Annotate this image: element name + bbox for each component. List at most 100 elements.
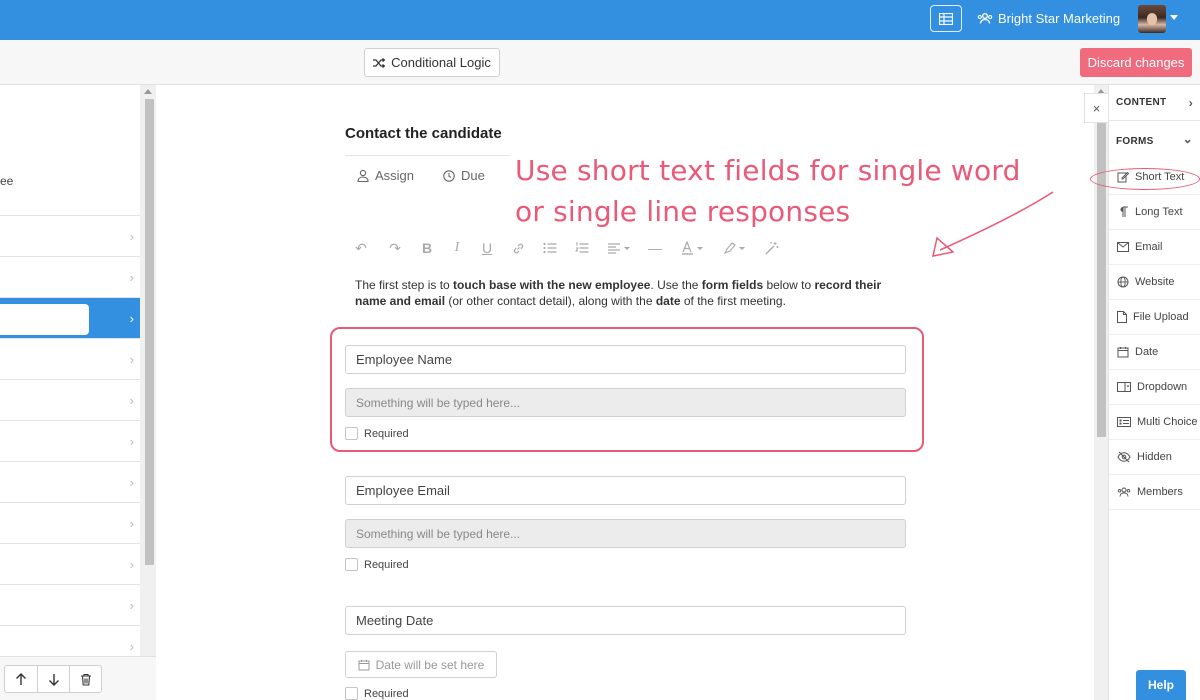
undo-icon[interactable]: ↶ — [352, 238, 370, 258]
task-list-item-active[interactable]: › — [0, 298, 140, 339]
due-button[interactable]: Due — [443, 168, 485, 183]
task-list-item[interactable]: › — [0, 503, 140, 544]
widget-label: Long Text — [1135, 206, 1183, 218]
top-bar: Bright Star Marketing — [0, 0, 1200, 40]
widget-label: Website — [1135, 276, 1175, 288]
due-label: Due — [461, 168, 485, 183]
widget-label: Members — [1137, 486, 1183, 498]
meeting-date-required-toggle[interactable]: Required — [345, 687, 409, 700]
assign-button[interactable]: Assign — [357, 168, 414, 183]
eye-slash-icon — [1117, 451, 1131, 463]
task-list-item[interactable]: › — [0, 339, 140, 380]
globe-icon — [1117, 276, 1129, 288]
description-bold-text: touch base with the new employee — [453, 278, 651, 292]
main-scrollbar-thumb[interactable] — [1097, 99, 1106, 437]
widget-members[interactable]: Members — [1109, 475, 1200, 510]
employee-email-required-toggle[interactable]: Required — [345, 558, 409, 571]
required-label: Required — [364, 558, 409, 571]
annotation-highlight-oval — [1090, 168, 1200, 190]
description-text: of the first meeting. — [680, 294, 786, 308]
close-drawer-button[interactable]: × — [1084, 93, 1108, 123]
widget-dropdown[interactable]: Dropdown — [1109, 370, 1200, 405]
employee-name-required-toggle[interactable]: Required — [345, 427, 409, 440]
task-list-item[interactable]: › — [0, 544, 140, 585]
task-list-item[interactable]: › — [0, 462, 140, 503]
employee-name-label-input[interactable] — [345, 345, 906, 374]
paragraph-icon — [1120, 206, 1128, 217]
chevron-right-icon: › — [129, 639, 134, 654]
widget-email[interactable]: Email — [1109, 230, 1200, 265]
widget-date[interactable]: Date — [1109, 335, 1200, 370]
task-list-item[interactable]: › — [0, 585, 140, 626]
description-bold-text: form fields — [701, 278, 764, 292]
chevron-right-icon: › — [1188, 96, 1193, 110]
required-checkbox[interactable] — [345, 687, 358, 700]
redo-icon[interactable]: ↷ — [386, 238, 404, 258]
left-scrollbar-thumb[interactable] — [145, 99, 154, 565]
rich-text-toolbar: ↶ ↷ B I U — — [352, 238, 780, 258]
chevron-right-icon: › — [129, 434, 134, 449]
italic-icon[interactable]: I — [450, 238, 464, 258]
delete-task-button[interactable] — [69, 666, 101, 692]
move-down-button[interactable] — [37, 666, 69, 692]
chevron-right-icon: › — [129, 352, 134, 367]
chevron-right-icon: › — [129, 311, 134, 326]
help-button[interactable]: Help — [1136, 670, 1186, 700]
grid-view-icon — [939, 12, 953, 25]
calendar-icon — [358, 659, 370, 670]
description-text: below to — [763, 278, 815, 292]
avatar[interactable] — [1138, 5, 1166, 33]
widget-file-upload[interactable]: File Upload — [1109, 300, 1200, 335]
numbered-list-icon[interactable] — [574, 238, 590, 258]
chevron-down-icon[interactable] — [1170, 15, 1178, 20]
task-list-item[interactable]: › — [0, 421, 140, 462]
clock-icon — [443, 169, 455, 182]
widget-label: Dropdown — [1137, 381, 1188, 393]
conditional-logic-label: Conditional Logic — [391, 55, 491, 70]
task-list-item[interactable]: › — [0, 380, 140, 421]
task-description: The first step is to touch base with the… — [355, 277, 915, 309]
forms-section-toggle[interactable]: FORMS ⌄ — [1109, 123, 1200, 159]
organization-name: Bright Star Marketing — [998, 11, 1121, 26]
task-actions-bar — [0, 656, 156, 700]
widget-long-text[interactable]: Long Text — [1109, 195, 1200, 230]
task-title-input[interactable] — [0, 304, 89, 335]
align-icon[interactable] — [606, 238, 632, 258]
widget-label: Multi Choice — [1137, 416, 1198, 428]
left-scrollbar[interactable] — [140, 85, 156, 700]
task-actions-group — [4, 665, 102, 693]
employee-email-preview: Something will be typed here... — [345, 519, 906, 548]
task-list-item[interactable]: › — [0, 257, 140, 298]
content-section-toggle[interactable]: CONTENT › — [1109, 85, 1200, 121]
link-icon[interactable] — [510, 238, 526, 258]
calendar-icon — [1117, 347, 1129, 358]
widget-multi-choice[interactable]: Multi Choice — [1109, 405, 1200, 440]
bold-icon[interactable]: B — [420, 238, 434, 258]
required-checkbox[interactable] — [345, 558, 358, 571]
magic-wand-icon[interactable] — [764, 238, 780, 258]
bullet-list-icon[interactable] — [542, 238, 558, 258]
chevron-right-icon: › — [129, 229, 134, 244]
chevron-right-icon: › — [129, 270, 134, 285]
highlight-icon[interactable] — [722, 238, 748, 258]
organization-switcher[interactable]: Bright Star Marketing — [977, 11, 1120, 26]
employee-email-label-input[interactable] — [345, 476, 906, 505]
required-checkbox[interactable] — [345, 427, 358, 440]
grid-view-button[interactable] — [930, 5, 962, 32]
widget-label: Email — [1135, 241, 1163, 253]
conditional-logic-button[interactable]: Conditional Logic — [364, 48, 500, 77]
horizontal-rule-icon[interactable]: — — [648, 238, 662, 258]
file-icon — [1117, 311, 1127, 323]
underline-icon[interactable]: U — [480, 238, 494, 258]
discard-changes-button[interactable]: Discard changes — [1080, 48, 1192, 77]
meeting-date-label-input[interactable] — [345, 606, 906, 635]
chevron-right-icon: › — [129, 598, 134, 613]
widget-website[interactable]: Website — [1109, 265, 1200, 300]
content-heading: CONTENT — [1116, 97, 1167, 108]
annotation-arrow-icon — [932, 191, 1054, 257]
multi-choice-icon — [1117, 417, 1131, 427]
widget-hidden[interactable]: Hidden — [1109, 440, 1200, 475]
move-up-button[interactable] — [5, 666, 37, 692]
text-color-icon[interactable] — [680, 238, 706, 258]
task-list-item[interactable]: › — [0, 216, 140, 257]
